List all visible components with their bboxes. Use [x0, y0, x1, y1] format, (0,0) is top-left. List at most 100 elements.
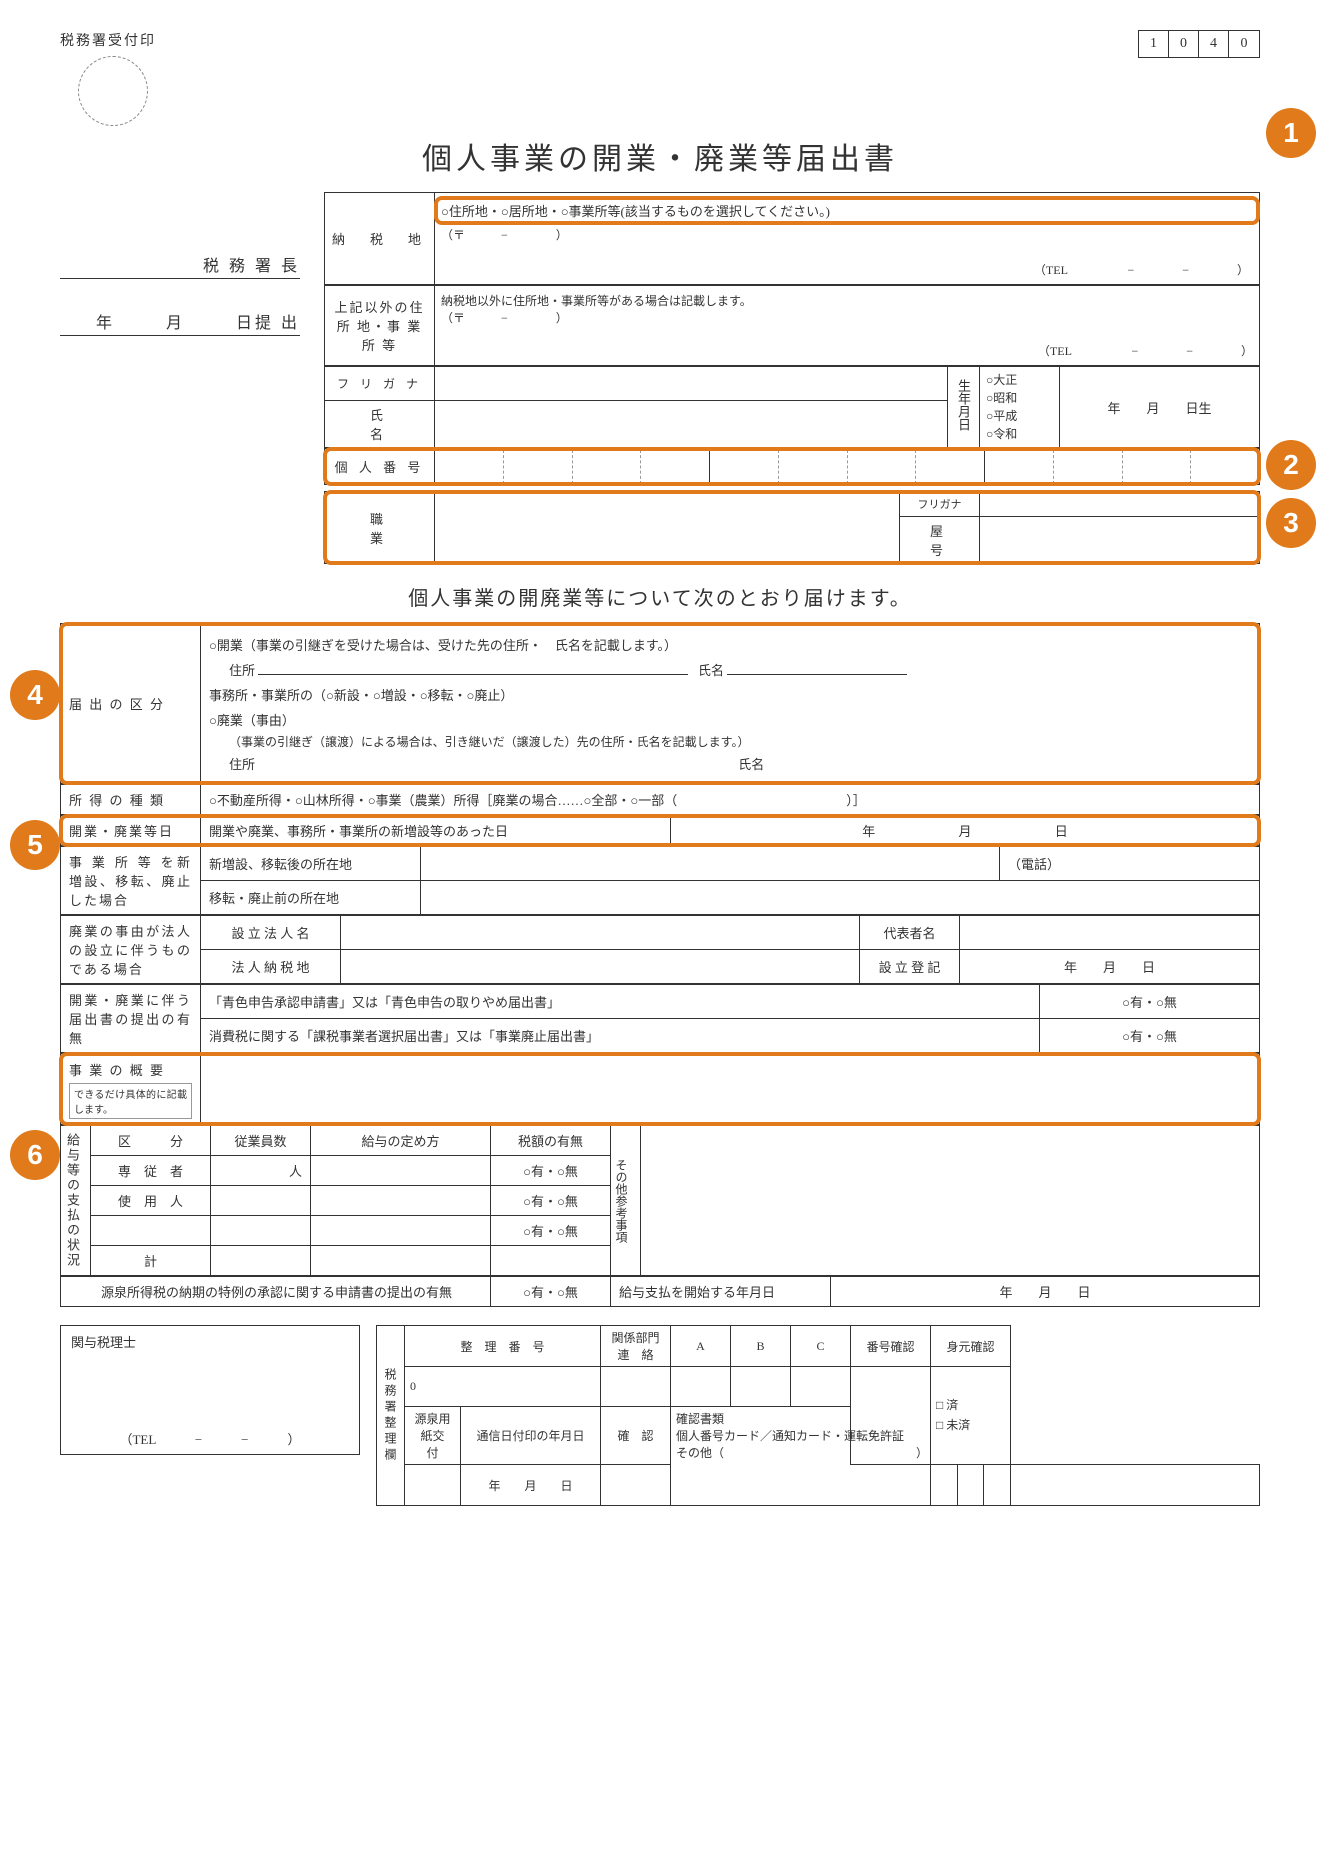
field-shiyonin-tax[interactable]: ○有・○無 — [491, 1186, 611, 1216]
label-other-addr: 上記以外の住 所 地・事 業 所 等 — [325, 286, 435, 366]
field-blue-return-yn[interactable]: ○有・○無 — [1040, 985, 1260, 1019]
sublabel-new-location: 新増設、移転後の所在地 — [201, 847, 421, 881]
label-new-office: 事 業 所 等 を新増設、移転、廃止した場合 — [61, 847, 201, 915]
desc-consumption-tax: 消費税に関する「課税事業者選択届出書」又は「事業廃止届出書」 — [201, 1019, 1040, 1053]
section-notification: 届 出 の 区 分 ○開業（事業の引継ぎを受けた場合は、受けた先の住所・ 氏名を… — [60, 623, 1260, 784]
subheading: 個人事業の開廃業等について次のとおり届けます。 — [60, 582, 1260, 611]
field-notification-category[interactable]: ○開業（事業の引継ぎを受けた場合は、受けた先の住所・ 氏名を記載します。） 住所… — [201, 624, 1260, 784]
row-total: 計 — [91, 1246, 211, 1276]
field-name[interactable] — [435, 401, 948, 448]
field-rep-name[interactable] — [960, 916, 1260, 950]
label-income-type: 所 得 の 種 類 — [61, 785, 201, 815]
field-salary-start-date[interactable]: 年 月 日 — [831, 1277, 1260, 1307]
tax-office-head-line[interactable]: 税 務 署 長 — [60, 252, 300, 279]
label-attached-forms: 開業・廃業に伴う届出書の提出の有無 — [61, 985, 201, 1053]
note-other-addr: 納税地以外に住所地・事業所等がある場合は記載します。 — [441, 292, 1253, 309]
field-business-summary[interactable] — [201, 1054, 1260, 1125]
field-new-location[interactable] — [421, 847, 1000, 881]
form-code: 1 0 4 0 — [1138, 30, 1260, 58]
label-mynumber: 個 人 番 号 — [325, 449, 435, 485]
row-shiyonin: 使 用 人 — [91, 1186, 211, 1216]
row-occupation-yagou: 職 業 フリガナ 屋 号 — [324, 491, 1260, 564]
field-shiyonin-method[interactable] — [311, 1186, 491, 1216]
field-shiyonin-count[interactable] — [211, 1186, 311, 1216]
badge-4: 4 — [10, 670, 60, 720]
field-furigana[interactable] — [435, 367, 948, 401]
form-code-digit: 1 — [1139, 31, 1169, 57]
advisor-box[interactable]: 関与税理士 （TEL − − ） — [60, 1325, 360, 1455]
label-corp-close: 廃業の事由が法人の設立に伴うものである場合 — [61, 916, 201, 984]
field-mynumber[interactable] — [435, 449, 1260, 485]
badge-1: 1 — [1266, 108, 1316, 158]
sublabel-rep-name: 代表者名 — [860, 916, 960, 950]
sublabel-establish-reg: 設 立 登 記 — [860, 950, 960, 984]
badge-6: 6 — [10, 1130, 60, 1180]
field-other-postal[interactable]: （〒 − ） — [441, 309, 1253, 326]
era-option[interactable]: ○平成 — [986, 407, 1053, 425]
field-total-method[interactable] — [311, 1246, 491, 1276]
label-advisor: 関与税理士 — [71, 1332, 349, 1351]
field-blank-method[interactable] — [311, 1216, 491, 1246]
hdr-category: 区 分 — [91, 1126, 211, 1156]
badge-5: 5 — [10, 820, 60, 870]
field-nouzeichi-postal[interactable]: （〒 − ） — [435, 224, 1259, 245]
era-option[interactable]: ○昭和 — [986, 389, 1053, 407]
form-code-digit: 0 — [1229, 31, 1259, 57]
sublabel-prev-location: 移転・廃止前の所在地 — [201, 881, 421, 915]
field-senju-method[interactable] — [311, 1156, 491, 1186]
field-other-tel[interactable]: （TEL − − ） — [441, 326, 1253, 359]
field-nouzeichi-tel[interactable]: （TEL − − ） — [435, 245, 1259, 280]
field-total-count[interactable] — [211, 1246, 311, 1276]
hdr-tax: 税額の有無 — [491, 1126, 611, 1156]
field-nouzeichi-choice[interactable]: ○住所地・○居所地・○事業所等(該当するものを選択してください。) — [435, 197, 1259, 224]
desc-blue-return: 「青色申告承認申請書」又は「青色申告の取りやめ届出書」 — [201, 985, 1040, 1019]
label-withholding-special: 源泉所得税の納期の特例の承認に関する申請書の提出の有無 — [61, 1277, 491, 1307]
field-income-type[interactable]: ○不動産所得・○山林所得・○事業（農業）所得［廃業の場合……○全部・○一部（ ）… — [201, 785, 1260, 815]
tax-office-internal: 税務署整理欄 整 理 番 号 関係部門連 絡 A B C 番号確認 身元確認 0… — [376, 1325, 1260, 1506]
form-code-digit: 4 — [1199, 31, 1229, 57]
field-prev-location[interactable] — [421, 881, 1260, 915]
form-code-digit: 0 — [1169, 31, 1199, 57]
note-business-summary: できるだけ具体的に記載します。 — [69, 1083, 192, 1119]
section-business-summary: 事 業 の 概 要 できるだけ具体的に記載します。 — [60, 1053, 1260, 1125]
label-yagou: 屋 号 — [900, 517, 980, 564]
stamp-circle — [78, 56, 148, 126]
row-mynumber: 個 人 番 号 — [324, 448, 1260, 485]
section-open-close-date: 開業・廃業等日 開業や廃業、事務所・事業所の新増設等のあった日 年 月 日 — [60, 815, 1260, 846]
field-senju-count[interactable]: 人 — [211, 1156, 311, 1186]
field-new-office-tel[interactable]: （電話） — [1000, 847, 1260, 881]
label-notification-category: 届 出 の 区 分 — [61, 624, 201, 784]
field-establish-date[interactable]: 年 月 日 — [960, 950, 1260, 984]
page-title: 個人事業の開業・廃業等届出書 — [60, 134, 1260, 178]
field-corp-taxaddr[interactable] — [341, 950, 860, 984]
field-advisor-tel[interactable]: （TEL − − ） — [61, 1429, 359, 1448]
field-open-close-date[interactable]: 年 月 日 — [671, 816, 1260, 846]
field-yagou[interactable] — [980, 517, 1260, 564]
field-other-ref[interactable] — [641, 1126, 1260, 1276]
sublabel-corp-taxaddr: 法 人 納 税 地 — [201, 950, 341, 984]
field-blank-tax[interactable]: ○有・○無 — [491, 1216, 611, 1246]
badge-3: 3 — [1266, 498, 1316, 548]
label-business-summary: 事 業 の 概 要 — [69, 1060, 192, 1079]
field-senju-tax[interactable]: ○有・○無 — [491, 1156, 611, 1186]
field-consumption-tax-yn[interactable]: ○有・○無 — [1040, 1019, 1260, 1053]
era-option[interactable]: ○大正 — [986, 371, 1053, 389]
era-option[interactable]: ○令和 — [986, 425, 1053, 443]
label-nouzeichi: 納 税 地 — [325, 193, 435, 285]
row-senju: 専 従 者 — [91, 1156, 211, 1186]
hdr-method: 給与の定め方 — [311, 1126, 491, 1156]
field-withholding-yn[interactable]: ○有・○無 — [491, 1277, 611, 1307]
field-yagou-furigana[interactable] — [980, 492, 1260, 517]
label-other-ref: その他参考事項 — [613, 1159, 630, 1243]
field-birthdate[interactable]: 年 月 日生 — [1060, 367, 1260, 448]
field-occupation[interactable] — [435, 492, 900, 564]
submission-date-line[interactable]: 年 月 日提 出 — [60, 309, 300, 336]
row-blank — [91, 1216, 211, 1246]
badge-2: 2 — [1266, 440, 1316, 490]
field-corp-name[interactable] — [341, 916, 860, 950]
label-salary-status: 給与等の支払の状況 — [63, 1133, 82, 1268]
label-name: 氏 名 — [325, 401, 435, 448]
label-occupation: 職 業 — [325, 492, 435, 564]
field-blank-count[interactable] — [211, 1216, 311, 1246]
label-yagou-furigana: フリガナ — [900, 492, 980, 517]
